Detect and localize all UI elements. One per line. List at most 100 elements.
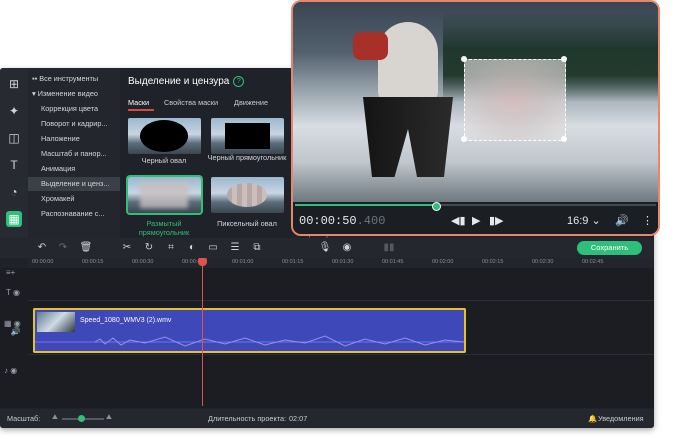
transitions-icon[interactable]: ◫ [6, 130, 22, 146]
playhead-line[interactable] [202, 261, 203, 406]
active-tab-indicator [128, 109, 154, 111]
black-rect-shape [225, 123, 270, 149]
tree-item-highlight-censor[interactable]: Выделение и ценз... [28, 177, 121, 191]
volume-icon[interactable]: 🔊 [615, 214, 629, 227]
ruler-tick: 00:00:30 [132, 259, 154, 265]
mask-label: Размытый прямоугольник [138, 219, 190, 237]
ruler-tick: 00:00:00 [32, 259, 54, 265]
clip-properties-icon[interactable]: ▭ [206, 241, 220, 255]
blur-rect-shape [140, 182, 188, 208]
video-skier [378, 22, 438, 102]
video-clip[interactable]: Speed_1080_WMV3 (2).wmv [33, 308, 466, 334]
more-options-icon[interactable]: ⋮ [642, 214, 653, 227]
play-icon[interactable]: ▶ [472, 214, 480, 227]
status-bar: Масштаб: ⛰ ⛰ Длительность проекта: 02:07… [0, 409, 654, 428]
music-track-icon: ♪ ◉ [4, 366, 18, 375]
ruler-tick: 00:01:30 [332, 259, 354, 265]
equalizer-icon[interactable]: ☰ [228, 241, 242, 255]
tree-item-animation[interactable]: Анимация [41, 162, 119, 176]
titles-icon[interactable]: T [6, 157, 22, 173]
clip-audio-waveform[interactable] [33, 333, 466, 353]
tree-item-rotate[interactable]: Поворот и кадрир... [41, 117, 119, 131]
bell-icon[interactable]: 🔔 [588, 414, 597, 423]
aspect-ratio-select[interactable]: 16:9 ⌄ [567, 214, 601, 227]
panel-title: Выделение и цензура? [128, 76, 245, 87]
mask-pixel-oval[interactable] [211, 177, 284, 213]
mask-label: Черный овал [141, 156, 187, 165]
more-tools-icon[interactable]: ▦ [6, 211, 22, 227]
save-button[interactable]: Сохранить [577, 241, 642, 255]
delete-icon[interactable]: 🗑 [79, 241, 93, 255]
tab-masks[interactable]: Маски [128, 98, 149, 107]
tab-motion[interactable]: Движение [234, 98, 268, 107]
overlay-icon[interactable]: ⧉ [250, 241, 264, 255]
mask-black-oval[interactable] [128, 118, 201, 154]
video-skier-arm [353, 32, 388, 60]
rotate-icon[interactable]: ↻ [142, 241, 156, 255]
text-track-icon: T ◉ [6, 288, 20, 297]
previous-frame-icon[interactable]: ◀▮ [451, 214, 466, 227]
marker-icon[interactable]: ◉ [340, 241, 354, 255]
ruler-tick: 00:01:00 [232, 259, 254, 265]
tree-item-label: Изменение видео [37, 89, 98, 98]
tree-item-color[interactable]: Коррекция цвета [41, 102, 119, 116]
seek-progress [295, 204, 436, 206]
panel-title-text: Выделение и цензура [128, 76, 230, 87]
aspect-ratio-value: 16:9 [567, 215, 589, 227]
mask-blurred-rect[interactable] [126, 175, 203, 215]
import-icon[interactable]: ⊞ [6, 76, 22, 92]
tab-mask-properties[interactable]: Свойства маски [164, 98, 218, 107]
color-adjust-icon[interactable]: ◐ [185, 241, 199, 255]
resize-handle[interactable] [461, 136, 467, 142]
clip-thumbnail [37, 312, 75, 332]
microphone-icon[interactable]: 🎙 [318, 241, 332, 255]
zoom-slider-knob[interactable] [78, 415, 85, 422]
notifications-link[interactable]: Уведомления [598, 414, 644, 423]
seek-handle[interactable] [431, 202, 441, 211]
blur-mask-rectangle[interactable] [464, 59, 566, 141]
tree-item-overlay[interactable]: Наложение [41, 132, 119, 146]
add-track-icon[interactable]: ≡+ [6, 268, 34, 277]
track-separator [28, 300, 654, 301]
split-icon[interactable]: ▮▮ [382, 241, 396, 255]
tree-item-pan-zoom[interactable]: Масштаб и панор... [41, 147, 119, 161]
timeline-toolbar: ↶ ↷ 🗑 ✂ ↻ ⌗ ◐ ▭ ☰ ⧉ 🎙 ◉ ▮▮ Сохранить [0, 238, 654, 258]
redo-icon[interactable]: ↷ [56, 241, 70, 255]
video-track-controls[interactable]: ▦ ◉ 🔊 [4, 320, 32, 336]
mask-label: Пиксельный овал [217, 219, 277, 228]
zoom-out-icon[interactable]: ⛰ [52, 414, 58, 422]
tool-icon-bar: ⊞ ✦ ◫ T ◔ ▦ [0, 68, 28, 238]
help-icon[interactable]: ? [233, 76, 245, 87]
stickers-icon[interactable]: ◔ [6, 184, 22, 200]
track-separator [28, 354, 654, 355]
mask-label: Черный прямоугольник [207, 153, 287, 162]
ruler-tick: 00:01:45 [382, 259, 404, 265]
video-skier-legs [363, 97, 453, 177]
zoom-in-icon[interactable]: ⛰ [106, 414, 112, 422]
player-controls: 00:00:50.400 ◀▮ ▶ ▮▶ 16:9 ⌄ 🔊 ⋮ [293, 202, 658, 234]
magic-wand-icon[interactable]: ✦ [6, 103, 22, 119]
resize-handle[interactable] [561, 56, 567, 62]
crop-icon[interactable]: ⌗ [164, 241, 178, 255]
zoom-label: Масштаб: [7, 414, 41, 423]
current-time: 00:00:50.400 [299, 214, 385, 228]
tools-tree: ▪▪ Все инструменты ▾ Изменение видео Кор… [28, 68, 121, 238]
resize-handle[interactable] [561, 136, 567, 142]
mask-black-rect[interactable] [211, 118, 284, 154]
ruler-tick: 00:02:15 [482, 259, 504, 265]
tree-all-tools[interactable]: ▪▪ Все инструменты [32, 72, 110, 86]
ruler-tick: 00:00:15 [82, 259, 104, 265]
cut-icon[interactable]: ✂ [120, 241, 134, 255]
duration-label: Длительность проекта: [208, 414, 287, 423]
tree-item-chromakey[interactable]: Хромакей [41, 192, 119, 206]
tree-video-edit[interactable]: ▾ Изменение видео [32, 87, 110, 101]
next-frame-icon[interactable]: ▮▶ [489, 214, 504, 227]
tree-item-label: Все инструменты [39, 74, 99, 83]
tree-item-recognition[interactable]: Распознавание с... [41, 207, 119, 221]
ruler-tick: 00:01:15 [282, 259, 304, 265]
player-preview-callout: 00:00:50.400 ◀▮ ▶ ▮▶ 16:9 ⌄ 🔊 ⋮ [291, 0, 660, 236]
black-oval-shape [140, 120, 188, 152]
undo-icon[interactable]: ↶ [35, 241, 49, 255]
masks-panel: Выделение и цензура? Маски Свойства маск… [120, 68, 355, 238]
resize-handle[interactable] [461, 56, 467, 62]
